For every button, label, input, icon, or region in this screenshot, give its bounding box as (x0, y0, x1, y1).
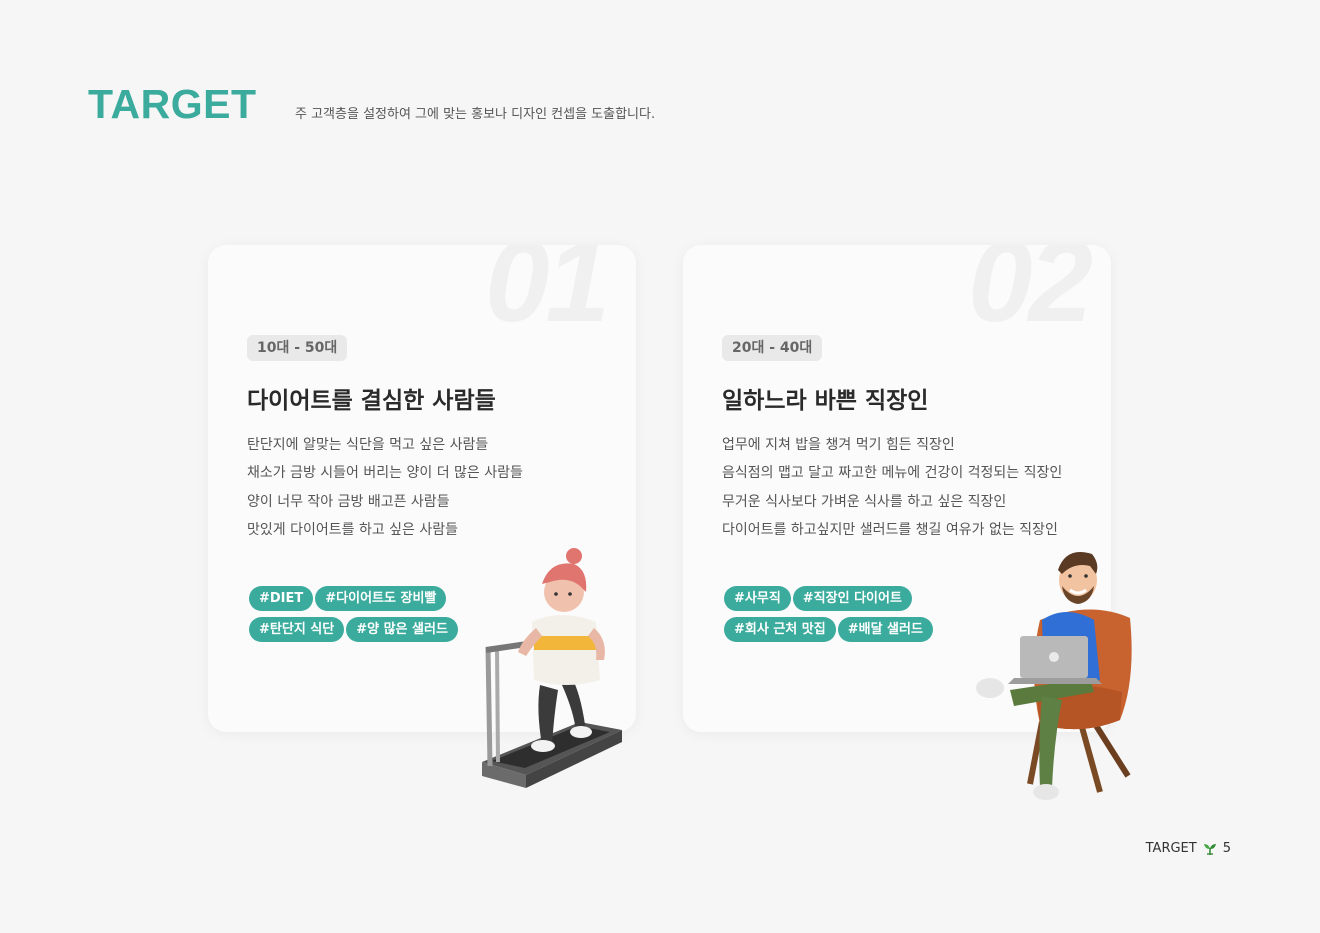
page-title: TARGET (88, 81, 257, 127)
hashtag: #배달 샐러드 (837, 617, 933, 642)
age-badge: 20대 - 40대 (722, 335, 823, 361)
description-line: 탄단지에 알맞는 식단을 먹고 싶은 사람들 (247, 437, 489, 453)
age-badge: 10대 - 50대 (247, 335, 348, 361)
hashtag: #탄단지 식단 (249, 617, 345, 642)
card-heading: 다이어트를 결심한 사람들 (247, 388, 496, 414)
page-subtitle: 주 고객층을 설정하여 그에 맞는 홍보나 디자인 컨셉을 도출합니다. (295, 107, 656, 122)
hashtag: #회사 근처 맛집 (724, 617, 836, 642)
hashtag: #다이어트도 장비빨 (315, 586, 447, 611)
hashtag: #직장인 다이어트 (792, 586, 912, 611)
card-number: 01 (484, 245, 610, 346)
card-number: 02 (967, 245, 1093, 346)
man-with-laptop-illustration (976, 552, 1132, 800)
page-footer: TARGET 5 (1146, 841, 1231, 856)
description-line: 업무에 지쳐 밥을 챙겨 먹기 힘든 직장인 (722, 437, 955, 453)
card-description: 탄단지에 알맞는 식단을 먹고 싶은 사람들 채소가 금방 시들어 버리는 양이… (247, 431, 523, 544)
description-line: 채소가 금방 시들어 버리는 양이 더 많은 사람들 (247, 465, 523, 482)
hashtag: #양 많은 샐러드 (346, 617, 458, 642)
page-number: 5 (1222, 841, 1231, 856)
card-heading: 일하느라 바쁜 직장인 (722, 388, 929, 414)
card-description: 업무에 지쳐 밥을 챙겨 먹기 힘든 직장인 음식점의 맵고 달고 짜고한 메뉴… (722, 431, 1062, 544)
description-line: 무거운 식사보다 가벼운 식사를 하고 싶은 직장인 (722, 493, 1007, 510)
hashtag: #DIET (249, 586, 314, 611)
footer-label: TARGET (1145, 841, 1197, 856)
description-line: 음식점의 맵고 달고 짜고한 메뉴에 건강이 걱정되는 직장인 (722, 465, 1063, 482)
hashtag: #사무직 (724, 586, 791, 611)
woman-on-treadmill-illustration (482, 548, 622, 788)
description-line: 양이 너무 작아 금방 배고픈 사람들 (247, 493, 450, 510)
sprout-icon (1203, 843, 1216, 855)
